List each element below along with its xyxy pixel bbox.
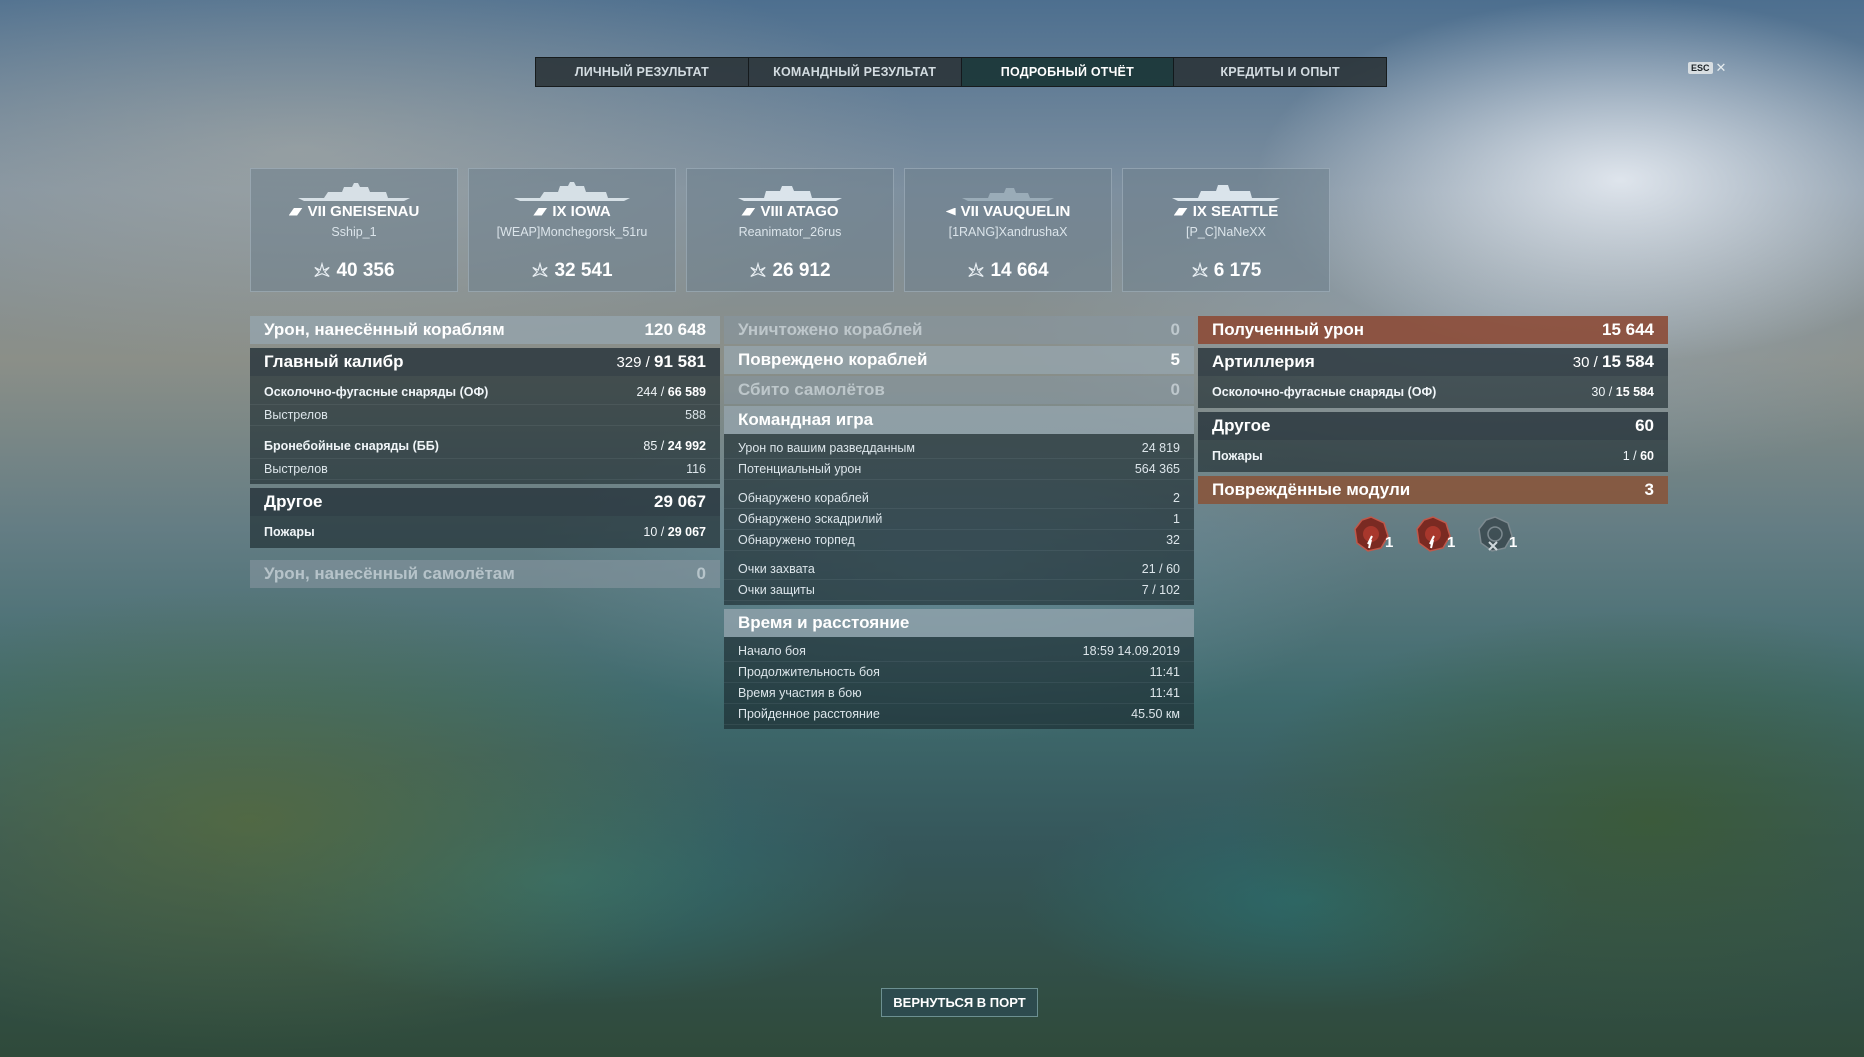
other-received-header: Другое 60	[1198, 412, 1668, 440]
damaged-ships-header: Повреждено кораблей 5	[724, 346, 1194, 374]
ship-card[interactable]: VII VAUQUELIN [1RANG]XandrushaX 14 664	[904, 168, 1112, 292]
player-name: [WEAP]Monchegorsk_51ru	[496, 225, 648, 239]
stat-row: Начало боя 18:59 14.09.2019	[724, 641, 1194, 662]
damage-icon	[968, 262, 985, 277]
damage-icon	[750, 262, 767, 277]
stat-row: Продолжительность боя 11:41	[724, 662, 1194, 683]
damaged-module-icon[interactable]: 1	[1413, 514, 1455, 554]
ship-silhouette-icon	[298, 183, 410, 201]
damage-icon	[314, 262, 331, 277]
destroyer-icon	[945, 207, 956, 216]
artillery-header: Артиллерия 30 / 15 584	[1198, 348, 1668, 376]
player-name: Reanimator_26rus	[738, 225, 842, 239]
planes-shot-down-header: Сбито самолётов 0	[724, 376, 1194, 404]
ship-damage: 6 175	[1213, 260, 1262, 281]
stat-row: Бронебойные снаряды (ББ) 85 / 24 992	[250, 434, 720, 459]
damage-dealt-panel: Урон, нанесённый кораблям 120 648 Главный…	[250, 316, 720, 588]
cruiser-icon	[1173, 207, 1188, 216]
damaged-module-icon[interactable]: 1	[1351, 514, 1393, 554]
esc-key-hint: ESC	[1688, 62, 1713, 74]
ship-damage: 40 356	[336, 260, 395, 281]
stat-row: Время участия в бою 11:41	[724, 683, 1194, 704]
player-name: [P_C]NaNeXX	[1186, 225, 1266, 239]
destroyed-ships-header: Уничтожено кораблей 0	[724, 316, 1194, 344]
stat-row: Обнаружено торпед 32	[724, 530, 1194, 551]
ship-card[interactable]: VII GNEISENAU Sship_1 40 356	[250, 168, 458, 292]
stat-row: Очки защиты 7 / 102	[724, 580, 1194, 601]
ship-damage: 26 912	[772, 260, 831, 281]
ship-silhouette-icon	[1172, 185, 1280, 201]
stat-row: Пожары 10 / 29 067	[264, 525, 706, 539]
ship-silhouette-icon	[962, 188, 1054, 201]
ship-card[interactable]: IX IOWA [WEAP]Monchegorsk_51ru 32 541	[468, 168, 676, 292]
stat-row: Обнаружено эскадрилий 1	[724, 509, 1194, 530]
ship-name: IX IOWA	[552, 203, 611, 220]
player-name: Sship_1	[331, 225, 377, 239]
ship-damage: 14 664	[990, 260, 1049, 281]
stat-row: Потенциальный урон 564 365	[724, 459, 1194, 480]
close-button[interactable]: ESC ✕	[1688, 60, 1726, 76]
player-name: [1RANG]XandrushaX	[948, 225, 1068, 239]
stat-row: Пройденное расстояние 45.50 км	[724, 704, 1194, 725]
ship-damage: 32 541	[554, 260, 613, 281]
aircraft-damage-header: Урон, нанесённый самолётам 0	[250, 560, 720, 588]
stat-row: Пожары 1 / 60	[1212, 449, 1654, 463]
ship-name: IX SEATTLE	[1192, 203, 1279, 220]
damage-received-panel: Полученный урон 15 644 Артиллерия 30 / 15 …	[1198, 316, 1668, 554]
damage-icon	[532, 262, 549, 277]
tab-detailed-report[interactable]: ПОДРОБНЫЙ ОТЧЁТ	[961, 58, 1175, 86]
damaged-modules-header: Повреждённые модули 3	[1198, 476, 1668, 504]
top-ships: VII GNEISENAU Sship_1 40 356 IX IOWA [WE…	[250, 168, 1330, 292]
stat-row: Урон по вашим разведданным 24 819	[724, 438, 1194, 459]
cruiser-icon	[741, 207, 756, 216]
stat-row: Очки захвата 21 / 60	[724, 559, 1194, 580]
ship-silhouette-icon	[514, 182, 630, 201]
ship-name: VIII ATAGO	[760, 203, 839, 220]
stat-row: Обнаружено кораблей 2	[724, 488, 1194, 509]
time-distance-header: Время и расстояние	[724, 609, 1194, 637]
tab-personal-result[interactable]: ЛИЧНЫЙ РЕЗУЛЬТАТ	[536, 58, 749, 86]
team-play-header: Командная игра	[724, 406, 1194, 434]
stat-row: Осколочно-фугасные снаряды (ОФ) 244 / 66 …	[250, 380, 720, 405]
stat-row: Выстрелов 588	[250, 405, 720, 426]
ship-silhouette-icon	[738, 186, 842, 201]
damage-icon	[1192, 262, 1208, 277]
battleship-icon	[533, 207, 548, 216]
other-damage-header: Другое 29 067	[250, 488, 720, 516]
return-to-port-button[interactable]: ВЕРНУТЬСЯ В ПОРТ	[881, 988, 1038, 1017]
destroyed-module-icon[interactable]: 1	[1475, 514, 1517, 554]
tab-credits-xp[interactable]: КРЕДИТЫ И ОПЫТ	[1174, 58, 1386, 86]
tab-team-result[interactable]: КОМАНДНЫЙ РЕЗУЛЬТАТ	[749, 58, 962, 86]
ship-card[interactable]: IX SEATTLE [P_C]NaNeXX 6 175	[1122, 168, 1330, 292]
ship-name: VII GNEISENAU	[307, 203, 420, 220]
ship-name: VII VAUQUELIN	[960, 203, 1071, 220]
stat-row: Выстрелов 116	[250, 459, 720, 480]
ship-card[interactable]: VIII ATAGO Reanimator_26rus 26 912	[686, 168, 894, 292]
damaged-modules-list: 1 1 1	[1198, 504, 1668, 554]
main-battery-header: Главный калибр 329 / 91 581	[250, 348, 720, 376]
close-icon: ✕	[1715, 60, 1727, 75]
team-play-panel: Уничтожено кораблей 0 Повреждено кораблей…	[724, 316, 1194, 729]
damage-received-header: Полученный урон 15 644	[1198, 316, 1668, 344]
battleship-icon	[288, 207, 303, 216]
results-tabs: ЛИЧНЫЙ РЕЗУЛЬТАТ КОМАНДНЫЙ РЕЗУЛЬТАТ ПОД…	[535, 57, 1387, 87]
stat-row: Осколочно-фугасные снаряды (ОФ) 30 / 15 5…	[1212, 385, 1654, 399]
damage-dealt-header: Урон, нанесённый кораблям 120 648	[250, 316, 720, 344]
